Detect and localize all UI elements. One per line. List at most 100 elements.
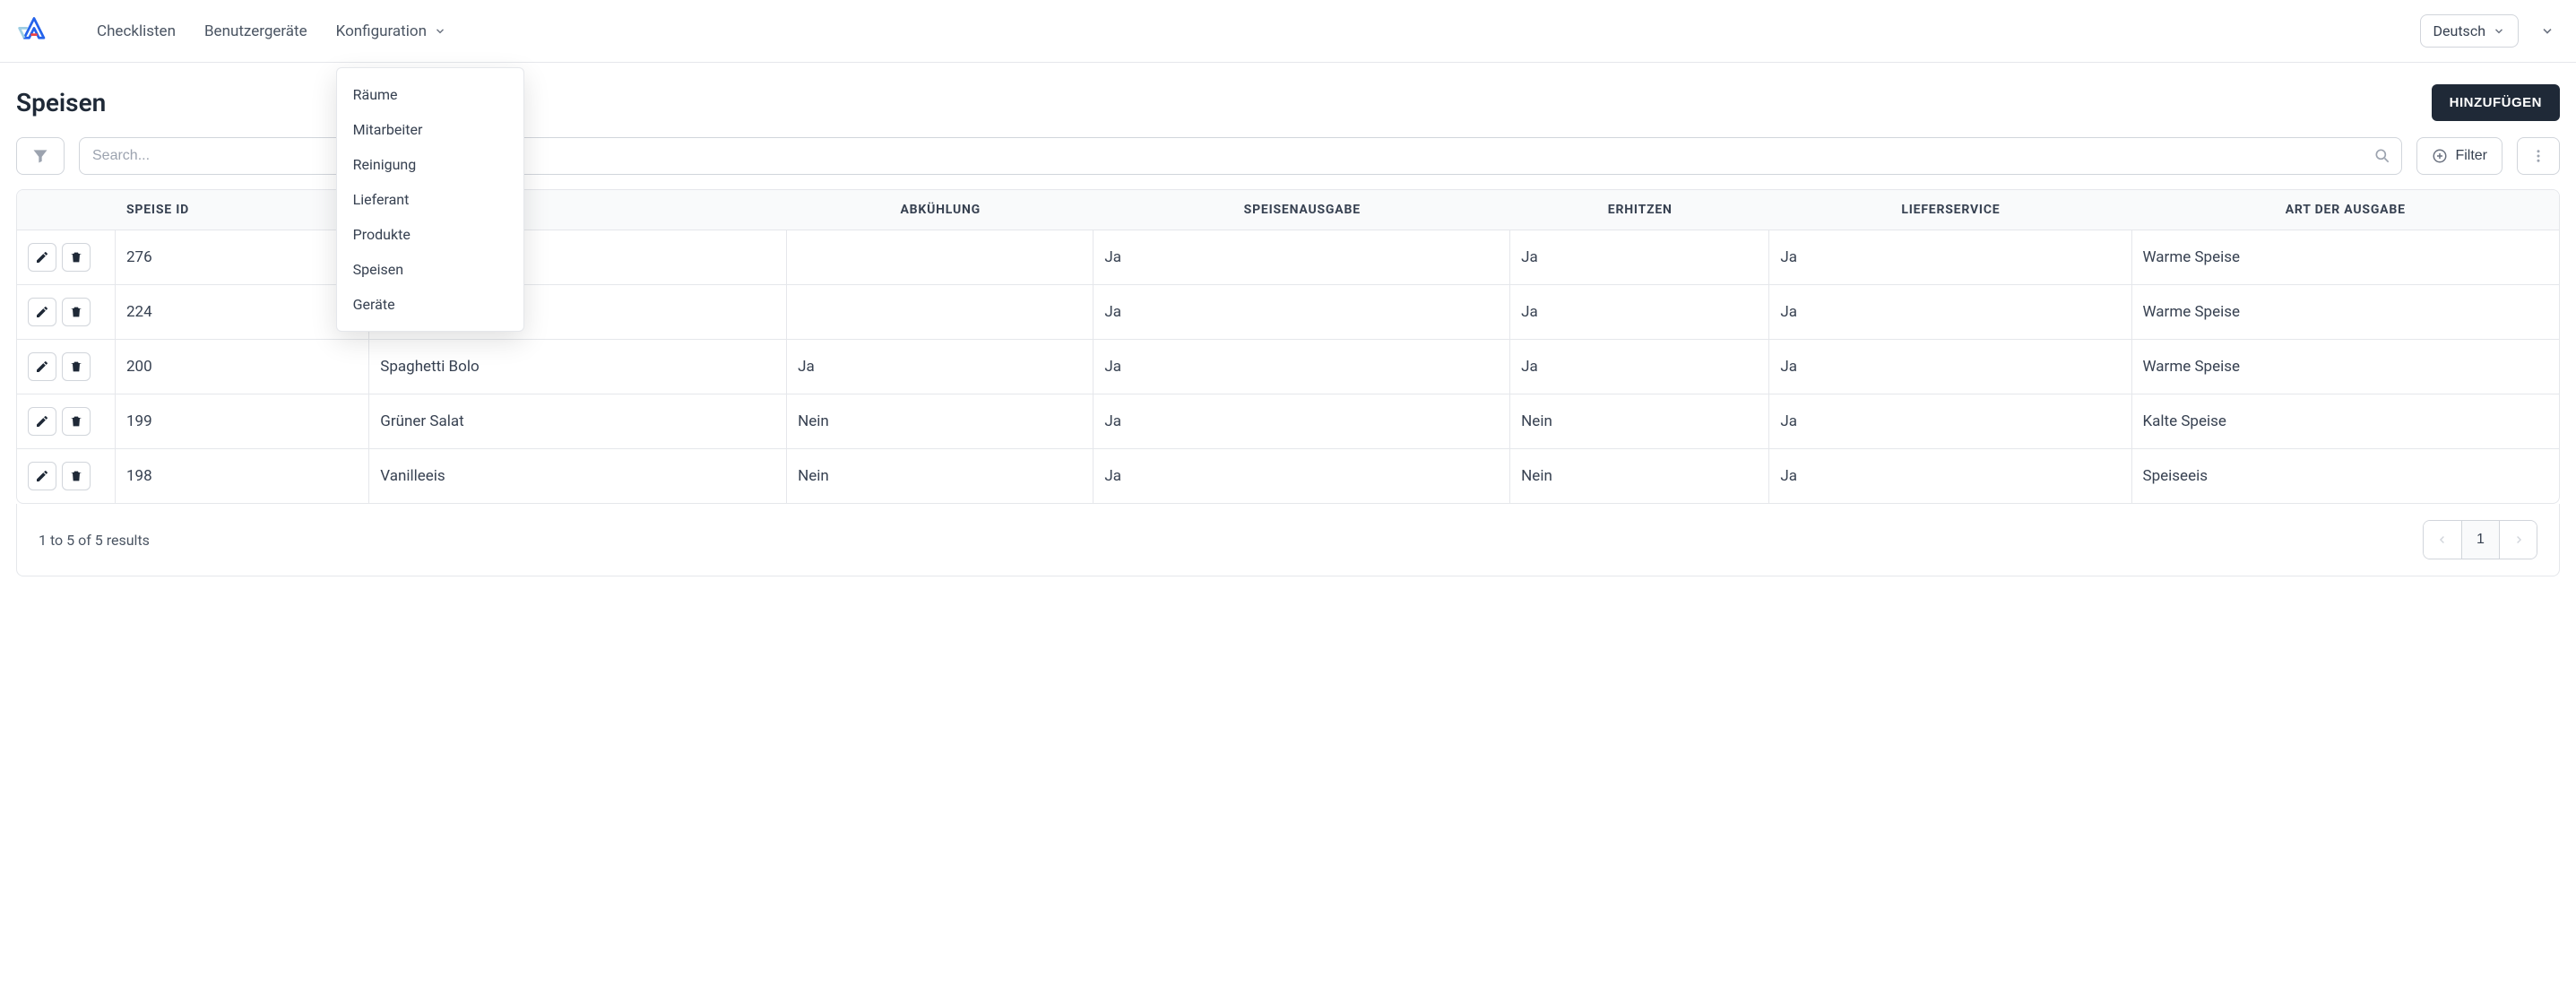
main-nav: Checklisten Benutzergeräte Konfiguration… xyxy=(97,15,446,48)
app-logo[interactable] xyxy=(14,12,54,51)
edit-button[interactable] xyxy=(28,352,56,381)
topbar-left: Checklisten Benutzergeräte Konfiguration… xyxy=(14,12,446,51)
col-cooling: ABKÜHLUNG xyxy=(787,190,1094,230)
cell-delivery: Ja xyxy=(1769,394,2131,449)
dropdown-item-foods[interactable]: Speisen xyxy=(337,252,523,287)
delete-button[interactable] xyxy=(62,462,91,490)
cell-actions xyxy=(17,340,116,394)
col-serving: SPEISENAUSGABE xyxy=(1094,190,1510,230)
cell-type: Speiseeis xyxy=(2132,449,2560,503)
cell-id: 200 xyxy=(116,340,369,394)
cell-heating: Ja xyxy=(1510,230,1769,285)
cell-delivery: Ja xyxy=(1769,449,2131,503)
cell-delivery: Ja xyxy=(1769,340,2131,394)
delete-button[interactable] xyxy=(62,243,91,272)
cell-actions xyxy=(17,449,116,503)
trash-icon xyxy=(69,414,83,429)
chevron-down-icon xyxy=(2493,25,2505,38)
col-type: ART DER AUSGABE xyxy=(2132,190,2560,230)
cell-name: Grüner Salat xyxy=(369,394,787,449)
page-title: Speisen xyxy=(16,88,106,117)
cell-heating: Ja xyxy=(1510,285,1769,340)
pagination: 1 xyxy=(2423,520,2537,559)
cell-type: Warme Speise xyxy=(2132,285,2560,340)
results-text: 1 to 5 of 5 results xyxy=(39,532,150,549)
delete-button[interactable] xyxy=(62,407,91,436)
trash-icon xyxy=(69,469,83,483)
language-select[interactable]: Deutsch xyxy=(2420,14,2519,48)
edit-button[interactable] xyxy=(28,298,56,326)
table-footer: 1 to 5 of 5 results 1 xyxy=(16,504,2560,576)
table-row: 199Grüner SalatNeinJaNeinJaKalte Speise xyxy=(17,394,2559,449)
cell-heating: Nein xyxy=(1510,449,1769,503)
nav-configuration-label: Konfiguration xyxy=(336,22,427,40)
cell-actions xyxy=(17,394,116,449)
col-delivery: LIEFERSERVICE xyxy=(1769,190,2131,230)
trash-icon xyxy=(69,250,83,264)
cell-id: 199 xyxy=(116,394,369,449)
dropdown-item-cleaning[interactable]: Reinigung xyxy=(337,147,523,182)
filter-toggle-button[interactable] xyxy=(16,137,65,175)
pencil-icon xyxy=(35,305,49,319)
col-heating: ERHITZEN xyxy=(1510,190,1769,230)
cell-cooling: Nein xyxy=(787,394,1094,449)
edit-button[interactable] xyxy=(28,462,56,490)
cell-cooling: Nein xyxy=(787,449,1094,503)
cell-cooling xyxy=(787,230,1094,285)
filter-button-label: Filter xyxy=(2455,148,2487,164)
user-menu-toggle[interactable] xyxy=(2533,17,2562,46)
page-next-button[interactable] xyxy=(2499,521,2537,559)
trash-icon xyxy=(69,360,83,374)
language-label: Deutsch xyxy=(2433,22,2485,39)
pencil-icon xyxy=(35,250,49,264)
dropdown-item-rooms[interactable]: Räume xyxy=(337,77,523,112)
filter-button[interactable]: Filter xyxy=(2416,137,2503,175)
trash-icon xyxy=(69,305,83,319)
col-id: SPEISE ID xyxy=(116,190,369,230)
cell-delivery: Ja xyxy=(1769,230,2131,285)
chevron-left-icon xyxy=(2436,533,2449,546)
cell-delivery: Ja xyxy=(1769,285,2131,340)
cell-serving: Ja xyxy=(1094,285,1510,340)
dropdown-item-supplier[interactable]: Lieferant xyxy=(337,182,523,217)
cell-name: Vanilleeis xyxy=(369,449,787,503)
more-options-button[interactable] xyxy=(2517,137,2560,175)
cell-cooling xyxy=(787,285,1094,340)
chevron-down-icon xyxy=(434,25,446,38)
edit-button[interactable] xyxy=(28,407,56,436)
search-icon xyxy=(2373,147,2391,165)
cell-heating: Ja xyxy=(1510,340,1769,394)
page-prev-button[interactable] xyxy=(2424,521,2461,559)
table-row: 198VanilleeisNeinJaNeinJaSpeiseeis xyxy=(17,449,2559,503)
cell-serving: Ja xyxy=(1094,230,1510,285)
page-number-button[interactable]: 1 xyxy=(2461,521,2499,559)
cell-name: Spaghetti Bolo xyxy=(369,340,787,394)
chevron-right-icon xyxy=(2512,533,2525,546)
col-actions xyxy=(17,190,116,230)
table-row: 200Spaghetti BoloJaJaJaJaWarme Speise xyxy=(17,340,2559,394)
cell-actions xyxy=(17,285,116,340)
cell-serving: Ja xyxy=(1094,340,1510,394)
nav-checklists[interactable]: Checklisten xyxy=(97,15,176,48)
dropdown-item-products[interactable]: Produkte xyxy=(337,217,523,252)
edit-button[interactable] xyxy=(28,243,56,272)
nav-user-devices[interactable]: Benutzergeräte xyxy=(204,15,307,48)
cell-actions xyxy=(17,230,116,285)
configuration-dropdown: Räume Mitarbeiter Reinigung Lieferant Pr… xyxy=(336,67,524,332)
pencil-icon xyxy=(35,414,49,429)
cell-heating: Nein xyxy=(1510,394,1769,449)
topbar-right: Deutsch xyxy=(2420,14,2562,48)
cell-type: Kalte Speise xyxy=(2132,394,2560,449)
pencil-icon xyxy=(35,469,49,483)
dropdown-item-employees[interactable]: Mitarbeiter xyxy=(337,112,523,147)
add-button[interactable]: HINZUFÜGEN xyxy=(2432,84,2560,121)
dropdown-item-devices[interactable]: Geräte xyxy=(337,287,523,322)
cell-type: Warme Speise xyxy=(2132,230,2560,285)
funnel-icon xyxy=(31,147,49,165)
cell-id: 276 xyxy=(116,230,369,285)
delete-button[interactable] xyxy=(62,352,91,381)
topbar: Checklisten Benutzergeräte Konfiguration… xyxy=(0,0,2576,63)
cell-serving: Ja xyxy=(1094,394,1510,449)
delete-button[interactable] xyxy=(62,298,91,326)
nav-configuration[interactable]: Konfiguration Räume Mitarbeiter Reinigun… xyxy=(336,15,446,48)
